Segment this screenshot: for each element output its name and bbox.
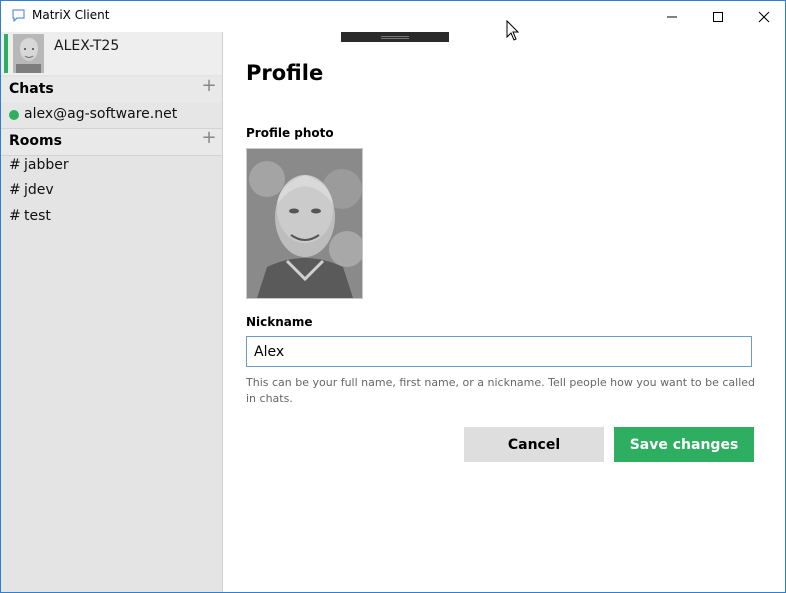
room-item-label: test [24, 208, 51, 224]
room-item-label: jabber [24, 157, 69, 173]
page-title: Profile [246, 61, 324, 85]
chats-section-title: Chats [9, 81, 54, 97]
nickname-input[interactable] [246, 336, 752, 367]
rooms-section-title: Rooms [9, 133, 62, 149]
maximize-icon [713, 11, 723, 22]
chat-item[interactable]: alex@ag-software.net [1, 103, 222, 129]
room-item-jdev[interactable]: # jdev [1, 179, 222, 204]
profile-photo-label: Profile photo [246, 126, 334, 140]
maximize-button[interactable] [695, 1, 741, 32]
avatar [13, 34, 44, 73]
room-item-label: jdev [24, 182, 54, 198]
minimize-button[interactable] [649, 1, 695, 32]
close-icon [758, 11, 770, 22]
sidebar: ALEX-T25 Chats + alex@ag-software.net Ro… [1, 32, 223, 592]
hash-icon: # [9, 157, 21, 173]
room-item-test[interactable]: # test [1, 205, 222, 230]
chat-item-label: alex@ag-software.net [24, 106, 178, 122]
profile-panel: Profile Profile photo Nickname This can … [223, 32, 785, 592]
title-bar[interactable]: MatriX Client [1, 1, 785, 32]
rooms-section-header: Rooms + [1, 129, 222, 156]
account-header[interactable]: ALEX-T25 [1, 32, 222, 75]
profile-photo[interactable] [246, 148, 363, 299]
drag-grip-icon [381, 36, 409, 37]
chat-bubble-icon [12, 9, 25, 22]
room-item-jabber[interactable]: # jabber [1, 154, 222, 179]
close-button[interactable] [741, 1, 786, 32]
hash-icon: # [9, 208, 21, 224]
window-title: MatriX Client [32, 8, 110, 22]
chats-section-header: Chats + [1, 77, 222, 104]
account-name: ALEX-T25 [54, 38, 120, 54]
drag-grip-icon [381, 38, 409, 39]
save-changes-button[interactable]: Save changes [614, 427, 754, 462]
account-active-indicator [4, 34, 8, 73]
online-status-icon [9, 110, 19, 120]
app-window: MatriX Client ALEX-T25 Chats + alex@ag-s… [0, 0, 786, 593]
nickname-label: Nickname [246, 315, 313, 329]
nickname-hint: This can be your full name, first name, … [246, 376, 756, 405]
drag-grip[interactable] [341, 32, 449, 42]
add-room-icon[interactable]: + [201, 129, 217, 147]
minimize-icon [667, 16, 677, 17]
cancel-button[interactable]: Cancel [464, 427, 604, 462]
mouse-cursor-icon [506, 20, 520, 41]
hash-icon: # [9, 182, 21, 198]
add-chat-icon[interactable]: + [201, 77, 217, 95]
